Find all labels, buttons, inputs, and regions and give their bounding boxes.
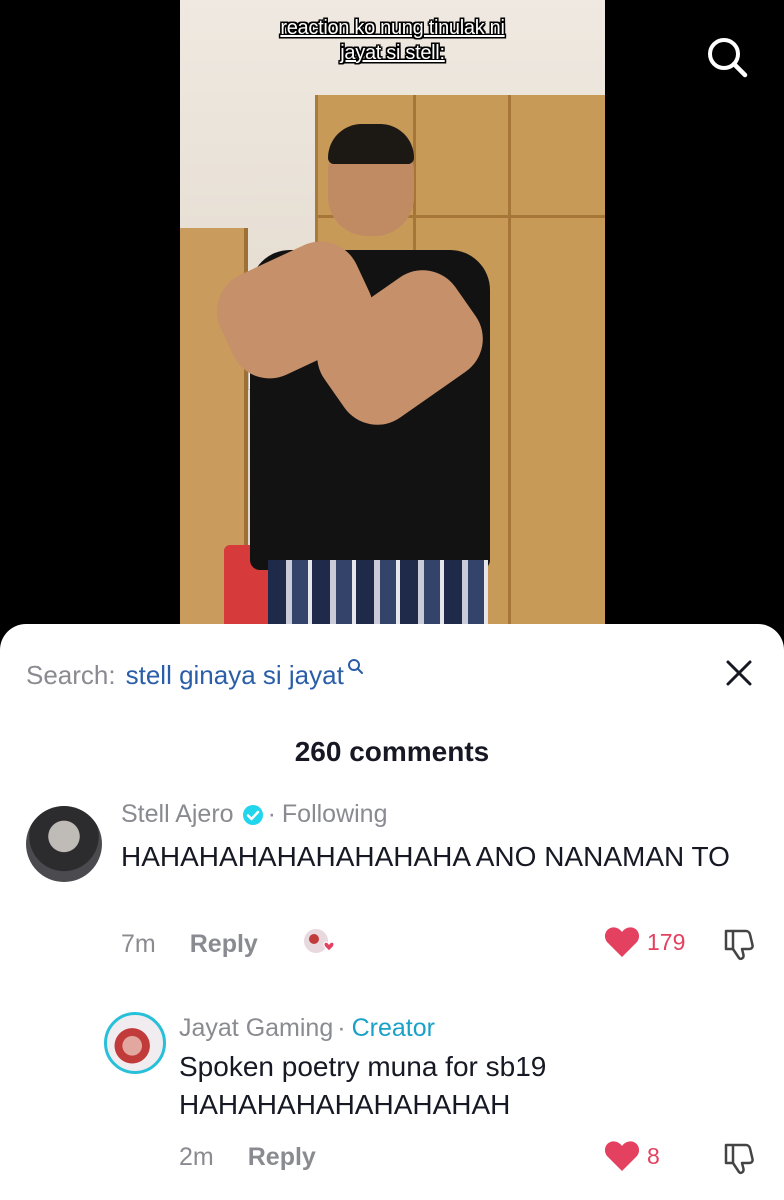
close-button[interactable]	[718, 652, 760, 694]
like-count: 179	[647, 928, 686, 955]
video-caption-line-1: reaction ko nung tinulak ni	[280, 17, 505, 39]
comment-header: Jayat Gaming · Creator	[179, 1014, 435, 1043]
search-button[interactable]	[700, 30, 754, 84]
comment-text: HAHAHAHAHAHAHAHAHA ANO NANAMAN TO	[121, 841, 730, 872]
like-button[interactable]: 179	[604, 926, 685, 958]
author-separator: ·	[337, 1014, 346, 1042]
video-frame[interactable]	[180, 0, 605, 640]
search-prefix-label: Search:	[26, 659, 116, 690]
comment-header: Stell Ajero · Following	[121, 800, 388, 829]
verified-badge-icon	[242, 804, 264, 826]
related-search-link[interactable]: Search: stell ginaya si jayat	[26, 658, 363, 692]
close-icon	[726, 660, 752, 686]
comment-time: 2m	[179, 1143, 214, 1171]
video-player[interactable]: reaction ko nung tinulak ni jayat si ste…	[0, 0, 784, 640]
search-icon	[708, 38, 748, 78]
creator-badge: Creator	[351, 1014, 435, 1042]
comment-author[interactable]: Jayat Gaming	[179, 1014, 333, 1043]
reply-button[interactable]: Reply	[248, 1143, 316, 1172]
comment-meta: 7m Reply	[121, 930, 258, 959]
heart-icon	[604, 927, 640, 957]
like-count: 8	[647, 1142, 660, 1169]
like-button[interactable]: 8	[604, 1140, 660, 1172]
comments-sheet: Search: stell ginaya si jayat 260 commen…	[0, 624, 784, 1200]
following-label: Following	[281, 800, 388, 828]
heart-icon	[604, 1141, 640, 1171]
dislike-icon[interactable]	[722, 1142, 756, 1176]
comment-author[interactable]: Stell Ajero	[121, 800, 234, 829]
reply-button[interactable]: Reply	[190, 930, 258, 959]
dislike-icon[interactable]	[722, 928, 756, 962]
creator-liked-reaction-icon	[302, 927, 335, 955]
avatar[interactable]	[104, 1012, 166, 1074]
video-caption-line-2: jayat si stell:	[340, 42, 445, 64]
comment-time: 7m	[121, 930, 156, 958]
avatar[interactable]	[26, 806, 102, 882]
video-caption: reaction ko nung tinulak ni jayat si ste…	[180, 16, 605, 66]
comment-text: Spoken poetry muna for sb19 HAHAHAHAHAHA…	[179, 1051, 547, 1120]
small-search-icon	[347, 659, 363, 674]
comment-meta: 2m Reply	[179, 1143, 316, 1172]
comment-count: 260 comments	[294, 736, 490, 767]
author-separator: ·	[267, 800, 276, 828]
search-query-link[interactable]: stell ginaya si jayat	[126, 660, 344, 691]
